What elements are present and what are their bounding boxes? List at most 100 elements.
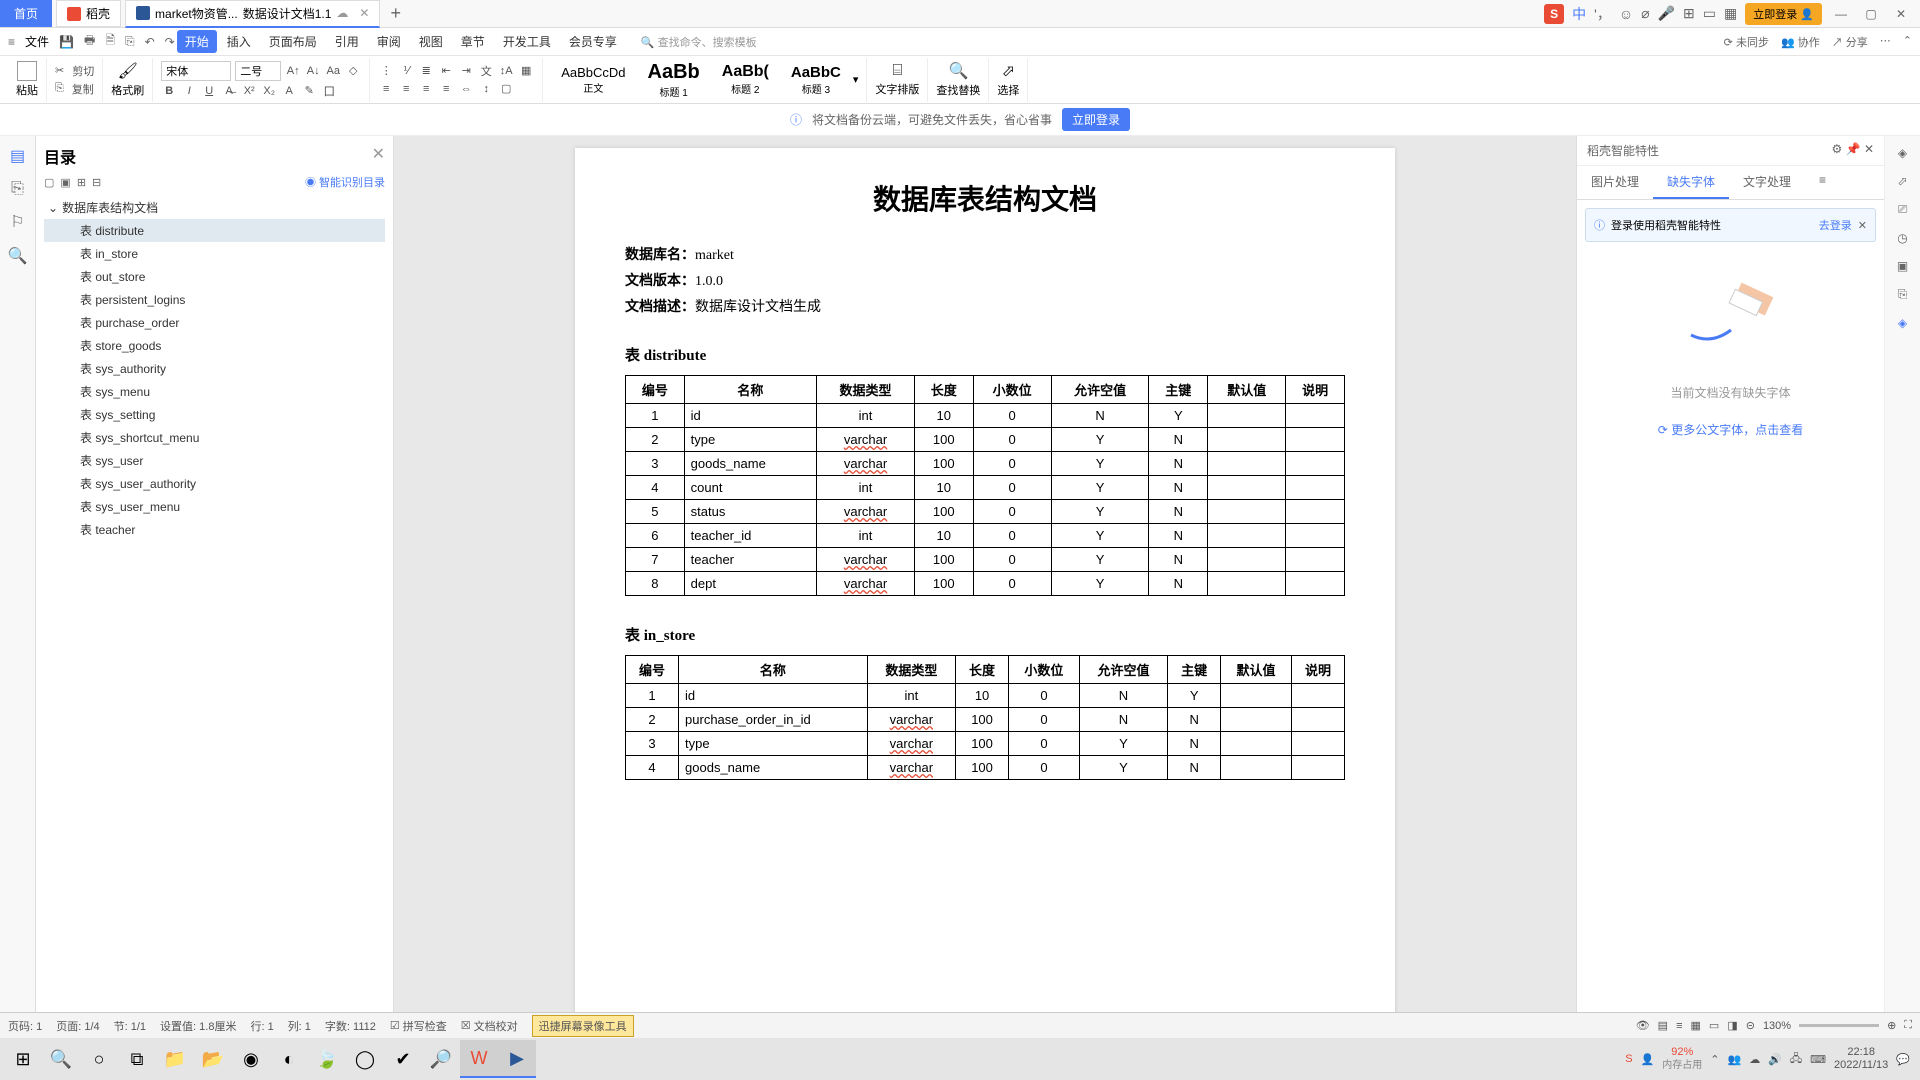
outline-item[interactable]: 表 teacher <box>44 518 385 541</box>
outline-tool-4[interactable]: ⊟ <box>92 176 101 189</box>
clipboard-tab-icon[interactable]: ⎘ <box>11 180 24 198</box>
zoom-slider[interactable] <box>1799 1024 1879 1027</box>
tab-image[interactable]: 图片处理 <box>1577 166 1653 199</box>
rs-ai-icon[interactable]: ◈ <box>1898 316 1907 330</box>
bullets-icon[interactable]: ⋮ <box>378 63 394 79</box>
shading-icon[interactable]: ▦ <box>518 63 534 79</box>
spellcheck-toggle[interactable]: ☑ 拼写检查 <box>390 1018 447 1034</box>
indent-inc-icon[interactable]: ⇥ <box>458 63 474 79</box>
tab-fonts[interactable]: 缺失字体 <box>1653 166 1729 199</box>
recorder-icon[interactable]: ▶ <box>498 1040 536 1078</box>
outline-tool-2[interactable]: ▣ <box>60 176 70 189</box>
outline-item[interactable]: 表 sys_shortcut_menu <box>44 426 385 449</box>
sogou-icon[interactable]: S <box>1544 4 1564 24</box>
clear-format-icon[interactable]: ◇ <box>345 63 361 79</box>
everything-icon[interactable]: 🔎 <box>422 1040 460 1078</box>
close-window-icon[interactable]: ✕ <box>1890 7 1912 21</box>
menu-devtools[interactable]: 开发工具 <box>495 30 559 53</box>
style-h1[interactable]: AaBb标题 1 <box>638 59 710 101</box>
align-right-icon[interactable]: ≡ <box>418 81 434 97</box>
rs-clip-icon[interactable]: ⎘ <box>1898 287 1908 302</box>
indent-dec-icon[interactable]: ⇤ <box>438 63 454 79</box>
search-button[interactable]: 🔍 <box>42 1040 80 1078</box>
increase-font-icon[interactable]: A↑ <box>285 63 301 79</box>
rightpanel-close-icon[interactable]: ✕ <box>1864 142 1874 156</box>
collapse-icon[interactable]: ⌃ <box>1903 34 1912 50</box>
tray-net-icon[interactable]: 🖧 <box>1790 1050 1802 1069</box>
close-outline-icon[interactable]: ✕ <box>372 144 385 168</box>
tray-volume-icon[interactable]: 🔊 <box>1768 1053 1782 1066</box>
memory-usage[interactable]: 92%内存占用 <box>1662 1046 1702 1071</box>
share-button[interactable]: ↗ 分享 <box>1832 34 1868 50</box>
cut-button[interactable]: ✂ 剪切 <box>55 63 94 79</box>
tip-login-link[interactable]: 去登录 <box>1819 217 1852 233</box>
undo-icon[interactable]: ↶ <box>145 35 155 49</box>
outline-item[interactable]: 表 purchase_order <box>44 311 385 334</box>
more-icon[interactable]: ⋯ <box>1880 34 1891 50</box>
bookmark-tab-icon[interactable]: ⚐ <box>10 212 24 232</box>
ime-mic-icon[interactable]: 🎤 <box>1658 5 1675 22</box>
layout-icon[interactable]: ▭ <box>1703 5 1716 22</box>
banner-login-button[interactable]: 立即登录 <box>1062 108 1130 131</box>
menu-review[interactable]: 审阅 <box>369 30 409 53</box>
outline-item[interactable]: 表 sys_menu <box>44 380 385 403</box>
explorer-icon[interactable]: 📁 <box>156 1040 194 1078</box>
close-icon[interactable]: ✕ <box>359 6 369 20</box>
style-body[interactable]: AaBbCcDd正文 <box>551 63 635 97</box>
smart-outline-button[interactable]: ◉ 智能识别目录 <box>305 174 385 190</box>
page-number[interactable]: 页码: 1 <box>8 1018 42 1034</box>
search-tab-icon[interactable]: 🔍 <box>8 246 28 266</box>
outline-root[interactable]: ⌄数据库表结构文档 <box>44 196 385 219</box>
superscript-icon[interactable]: X² <box>241 83 257 99</box>
start-button[interactable]: ⊞ <box>4 1040 42 1078</box>
eye-icon[interactable]: 👁 <box>1636 1019 1650 1032</box>
export-icon[interactable]: ⎘ <box>125 34 135 49</box>
clock[interactable]: 22:182022/11/13 <box>1834 1046 1888 1072</box>
rs-select-icon[interactable]: ⬀ <box>1897 174 1907 188</box>
app-blue-icon[interactable]: ◉ <box>232 1040 270 1078</box>
char-border-icon[interactable]: 囗 <box>321 83 337 99</box>
distribute-icon[interactable]: ⇔ <box>458 81 474 97</box>
outline-tool-3[interactable]: ⊞ <box>77 176 86 189</box>
minimize-icon[interactable]: — <box>1830 7 1852 21</box>
preview-icon[interactable]: 🗎 <box>105 31 115 52</box>
outline-item[interactable]: 表 distribute <box>44 219 385 242</box>
underline-icon[interactable]: U <box>201 83 217 99</box>
ime-punct-icon[interactable]: '， <box>1594 4 1611 24</box>
zoom-in-icon[interactable]: ⊕ <box>1887 1019 1896 1032</box>
cortana-button[interactable]: ○ <box>80 1040 118 1078</box>
align-left-icon[interactable]: ≡ <box>378 81 394 97</box>
strike-icon[interactable]: A̶ <box>221 83 237 99</box>
rs-image-icon[interactable]: ▣ <box>1897 259 1908 273</box>
view-web-icon[interactable]: ▦ <box>1691 1019 1701 1032</box>
tip-close-icon[interactable]: ✕ <box>1858 219 1867 232</box>
add-tab-button[interactable]: + <box>390 3 401 24</box>
outline-item[interactable]: 表 sys_user <box>44 449 385 472</box>
multilevel-icon[interactable]: ≣ <box>418 63 434 79</box>
tab-text[interactable]: 文字处理 <box>1729 166 1805 199</box>
font-color-icon[interactable]: A <box>281 83 297 99</box>
tray-people-icon[interactable]: 👥 <box>1727 1053 1741 1066</box>
search-input[interactable]: 🔍 查找命令、搜索模板 <box>641 34 757 50</box>
align-center-icon[interactable]: ≡ <box>398 81 414 97</box>
more-fonts-link[interactable]: ⟳ 更多公文字体，点击查看 <box>1577 421 1884 438</box>
change-case-icon[interactable]: Aa <box>325 63 341 79</box>
menu-chapter[interactable]: 章节 <box>453 30 493 53</box>
menu-layout[interactable]: 页面布局 <box>261 30 325 53</box>
rs-diamond-icon[interactable]: ◈ <box>1898 146 1907 160</box>
rs-style-icon[interactable]: ⎚ <box>1898 202 1908 217</box>
menu-start[interactable]: 开始 <box>177 30 217 53</box>
page-of[interactable]: 页面: 1/4 <box>56 1018 99 1034</box>
proofread-toggle[interactable]: ☒ 文档校对 <box>461 1018 518 1034</box>
bold-icon[interactable]: B <box>161 83 177 99</box>
select-button[interactable]: ⬀选择 <box>997 61 1019 98</box>
ime-emoji-icon[interactable]: ☺ <box>1619 6 1633 22</box>
menu-member[interactable]: 会员专享 <box>561 30 625 53</box>
outline-item[interactable]: 表 out_store <box>44 265 385 288</box>
hamburger-icon[interactable]: ≡ <box>8 35 15 49</box>
line-height-icon[interactable]: ↕ <box>478 81 494 97</box>
rightpanel-settings-icon[interactable]: ⚙ <box>1832 142 1843 156</box>
maximize-icon[interactable]: ▢ <box>1860 7 1882 21</box>
sync-status[interactable]: ⟳ 未同步 <box>1724 34 1769 50</box>
zoom-value[interactable]: 130% <box>1763 1020 1791 1032</box>
